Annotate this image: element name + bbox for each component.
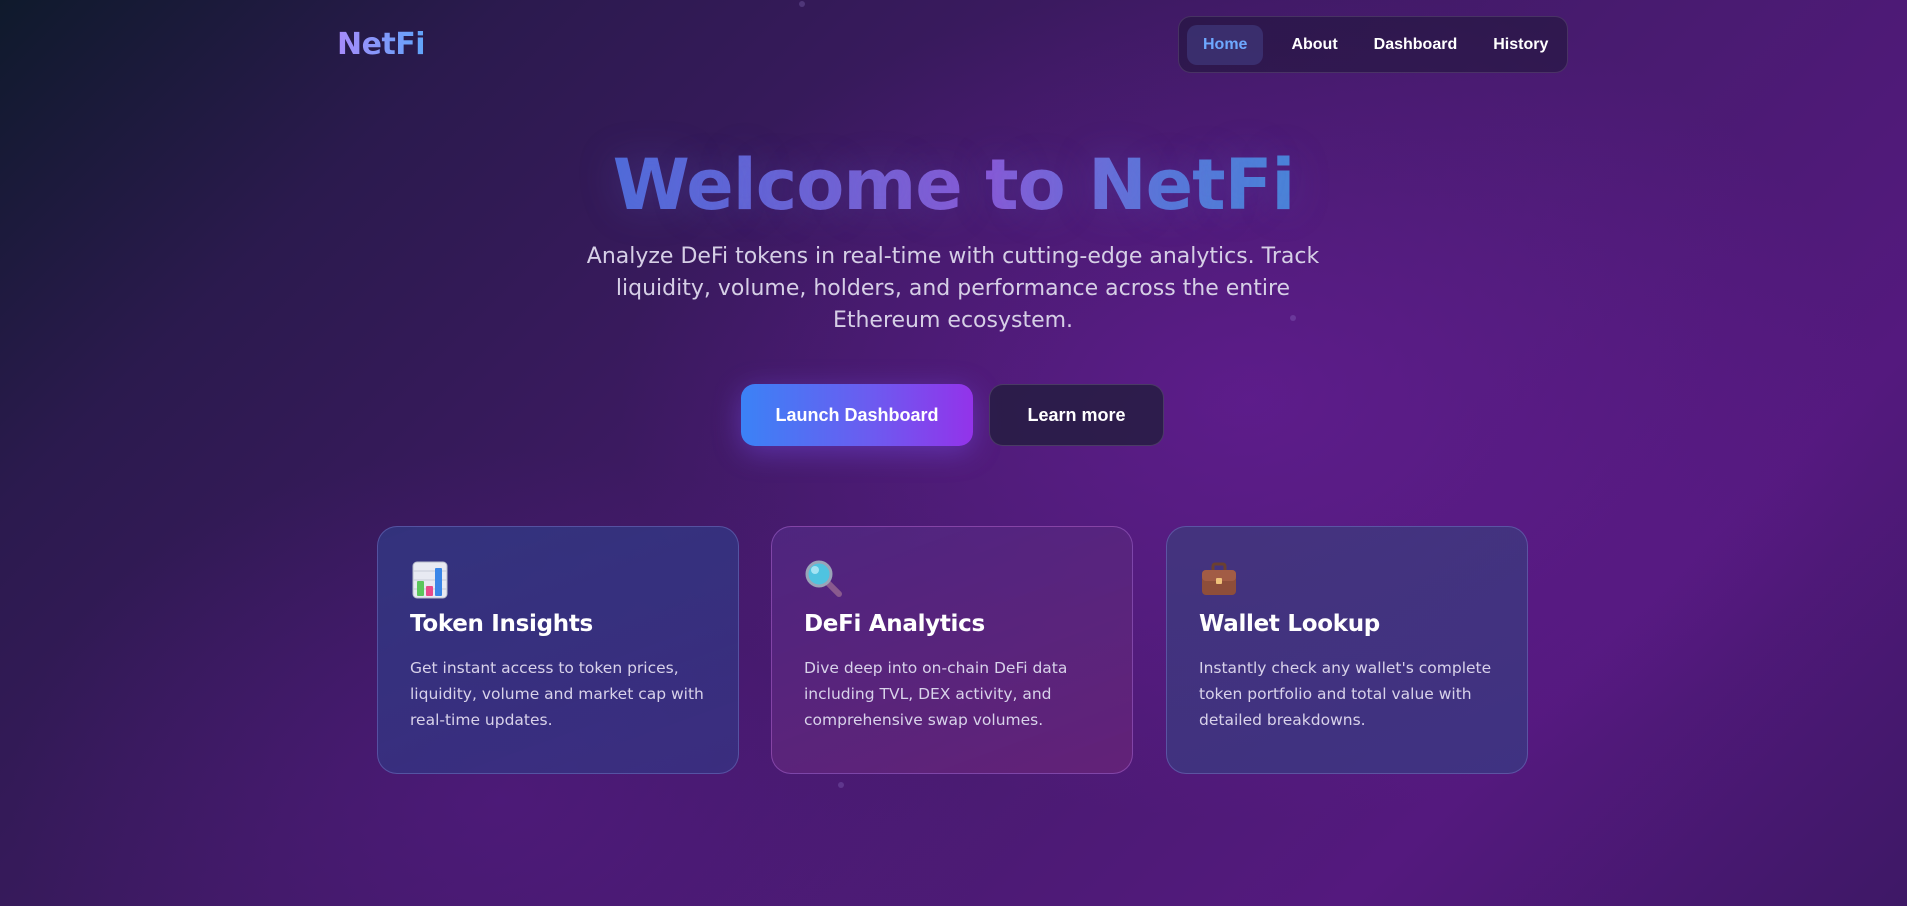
feature-card-wallet-lookup: Wallet Lookup Instantly check any wallet…: [1166, 526, 1528, 774]
card-title: Wallet Lookup: [1199, 611, 1380, 637]
card-title: DeFi Analytics: [804, 611, 985, 637]
background-particle: [838, 782, 844, 788]
bar-chart-icon: [410, 559, 450, 599]
launch-dashboard-button[interactable]: Launch Dashboard: [741, 384, 973, 446]
nav-item-about[interactable]: About: [1275, 25, 1353, 65]
hero-subtitle: Analyze DeFi tokens in real-time with cu…: [586, 244, 1320, 333]
briefcase-icon: [1199, 559, 1239, 599]
nav-item-home[interactable]: Home: [1187, 24, 1264, 65]
card-description: Dive deep into on-chain DeFi data includ…: [804, 659, 1068, 729]
background-particle: [799, 1, 805, 7]
feature-card-defi-analytics: DeFi Analytics Dive deep into on-chain D…: [771, 526, 1133, 774]
hero-title-text: Welcome to NetFi: [612, 144, 1296, 226]
card-description: Get instant access to token prices, liqu…: [410, 659, 704, 729]
main-nav: Home About Dashboard History: [1178, 16, 1568, 73]
brand-logo[interactable]: NetFi: [337, 27, 426, 62]
learn-more-button[interactable]: Learn more: [989, 384, 1164, 446]
hero-title: Welcome to NetFi: [0, 140, 1907, 230]
feature-card-token-insights: Token Insights Get instant access to tok…: [377, 526, 739, 774]
card-title: Token Insights: [410, 611, 593, 637]
magnifying-glass-icon: [804, 559, 844, 599]
nav-item-history[interactable]: History: [1477, 25, 1564, 65]
nav-item-dashboard[interactable]: Dashboard: [1358, 25, 1474, 65]
card-description: Instantly check any wallet's complete to…: [1199, 659, 1492, 729]
